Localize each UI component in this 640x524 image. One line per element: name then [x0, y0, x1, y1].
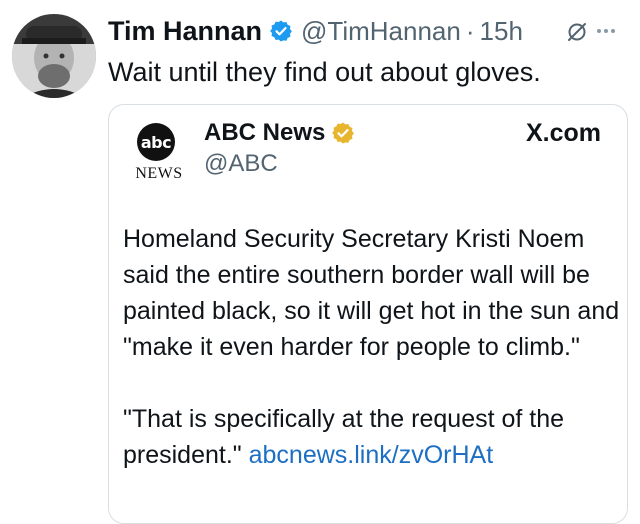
- quote-link[interactable]: abcnews.link/zvOrHAt: [249, 441, 494, 469]
- quote-paragraph: "That is specifically at the request of …: [123, 401, 623, 473]
- more-icon[interactable]: [597, 29, 615, 33]
- gold-verified-badge-icon: [331, 121, 355, 145]
- abc-logo-subtext: NEWS: [135, 165, 183, 182]
- grok-icon[interactable]: [566, 21, 588, 43]
- quote-author-name[interactable]: ABC News: [204, 119, 325, 147]
- avatar[interactable]: [12, 14, 96, 98]
- verified-badge-icon: [269, 19, 293, 43]
- avatar-photo: [12, 14, 96, 98]
- tweet-text: Wait until they find out about gloves.: [108, 57, 541, 87]
- quote-body: Homeland Security Secretary Kristi Noem …: [123, 221, 623, 509]
- source-label: X.com: [525, 119, 601, 147]
- quote-header: ABC News: [204, 119, 355, 147]
- quote-author-handle[interactable]: @ABC: [204, 150, 278, 178]
- timestamp[interactable]: 15h: [480, 16, 523, 47]
- author-name[interactable]: Tim Hannan: [108, 16, 262, 47]
- tweet-header: Tim Hannan @TimHannan · 15h: [108, 14, 523, 48]
- quoted-tweet-card[interactable]: abc NEWS ABC News @ABC X.com Homeland Se…: [108, 104, 628, 524]
- quote-paragraph: Homeland Security Secretary Kristi Noem …: [123, 225, 620, 361]
- abc-logo-circle: abc: [137, 123, 175, 161]
- author-handle[interactable]: @TimHannan: [301, 16, 461, 47]
- abc-news-logo[interactable]: abc NEWS: [131, 123, 182, 183]
- separator-dot: ·: [465, 15, 475, 46]
